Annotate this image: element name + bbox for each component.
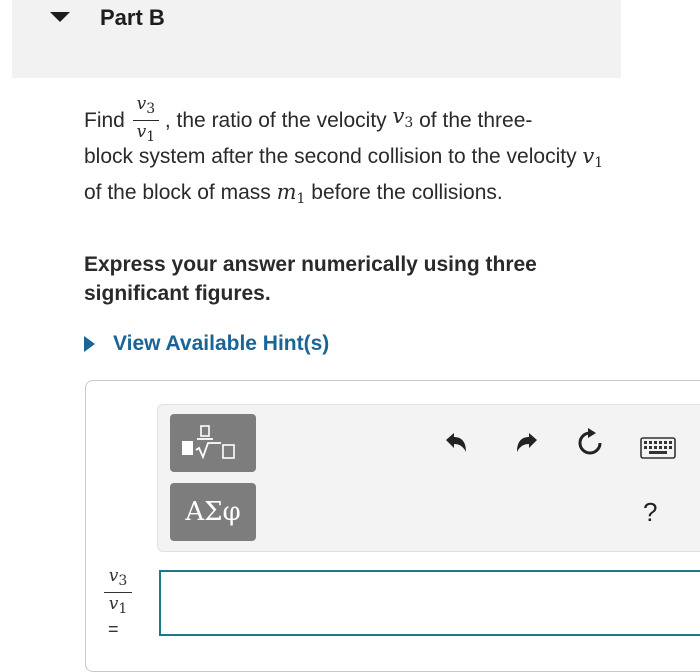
part-title: Part B	[100, 5, 165, 30]
collapse-caret-icon[interactable]	[50, 12, 70, 22]
fraction-radical-template-icon	[182, 425, 235, 460]
question-text-b: block system after the second collision …	[84, 145, 577, 168]
question-text-b-start: of the three-	[413, 108, 533, 132]
question-text-d: before the collisions.	[311, 181, 503, 204]
fraction-bar	[104, 592, 132, 593]
find-word: Find	[84, 108, 125, 132]
question-text-c: of the block of mass	[84, 181, 277, 204]
equals-sign: =	[108, 619, 119, 639]
reset-icon[interactable]	[575, 428, 605, 458]
hint-toggle[interactable]: View Available Hint(s)	[84, 332, 329, 356]
keyboard-icon[interactable]	[640, 436, 676, 460]
ratio-numerator-sub: 3	[146, 100, 156, 117]
expand-caret-icon[interactable]	[84, 336, 95, 352]
undo-icon[interactable]	[444, 430, 470, 456]
help-button[interactable]: ?	[643, 497, 657, 528]
question-text-a: the ratio of the velocity	[170, 108, 393, 132]
question-text: Find v3 v1 , the ratio of the velocity v…	[84, 93, 604, 214]
greek-symbols-button[interactable]: ΑΣφ	[170, 483, 256, 541]
mass-m1: m1	[276, 180, 306, 207]
answer-input[interactable]	[159, 570, 700, 636]
part-header[interactable]: Part B	[12, 0, 621, 78]
view-hints-link[interactable]: View Available Hint(s)	[113, 332, 329, 356]
velocity-v3: v3	[392, 104, 414, 131]
redo-icon[interactable]	[513, 430, 539, 456]
fraction-bar	[132, 119, 159, 121]
ratio-denominator: v	[136, 121, 147, 142]
answer-instruction: Express your answer numerically using th…	[84, 253, 537, 305]
ratio-fraction: v3 v1	[132, 93, 159, 147]
velocity-v1: v1	[582, 144, 604, 171]
ratio-numerator: v	[136, 93, 147, 114]
answer-label-fraction: v3 v1	[104, 566, 132, 619]
templates-button[interactable]	[170, 414, 256, 472]
